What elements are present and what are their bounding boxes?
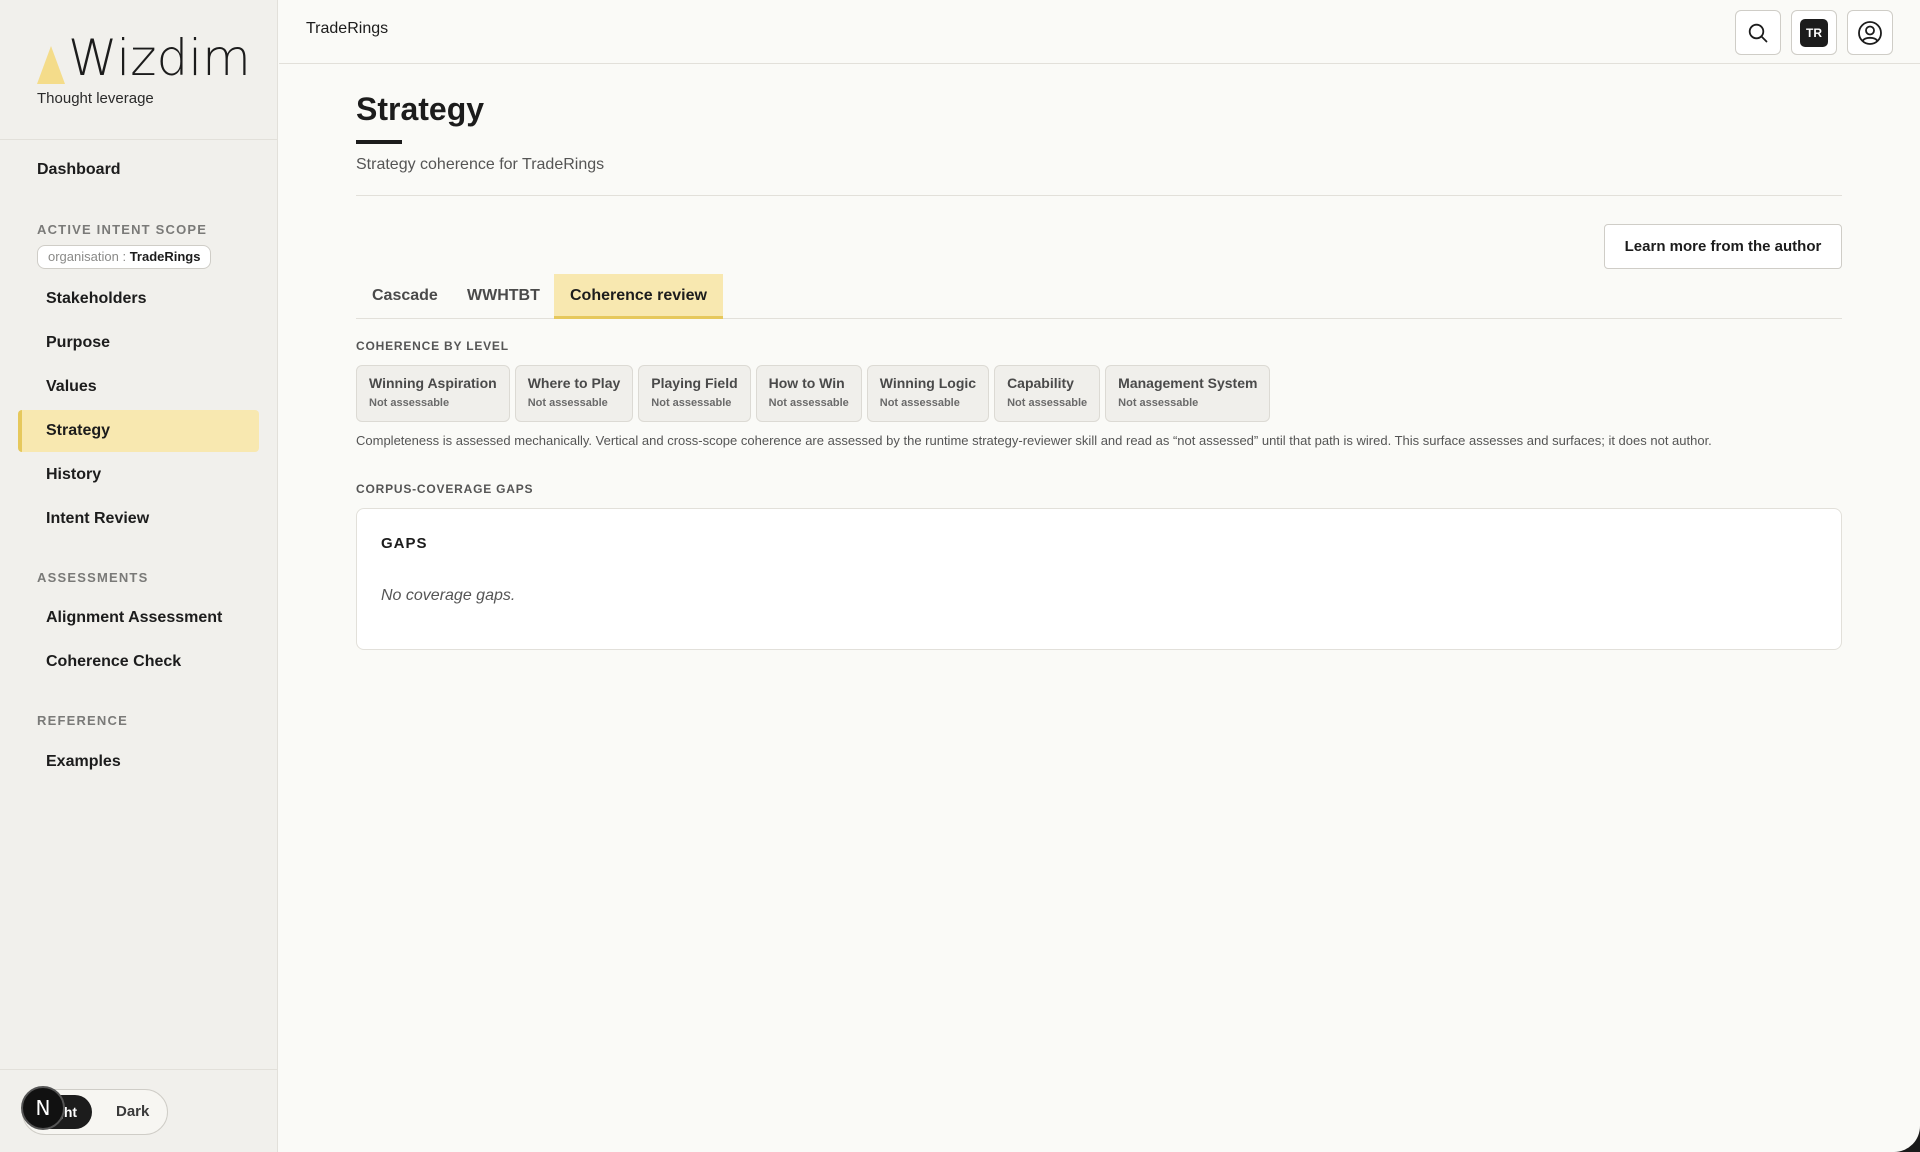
logo[interactable]: Wizdim (37, 30, 251, 86)
gaps-title: GAPS (381, 535, 428, 552)
sidebar-item-strategy[interactable]: Strategy (18, 410, 259, 452)
tab-coherence-review[interactable]: Coherence review (554, 274, 723, 319)
app-tagline: Thought leverage (37, 90, 154, 107)
sidebar-item-stakeholders[interactable]: Stakeholders (18, 278, 259, 320)
level-card: How to Win Not assessable (755, 365, 862, 422)
sidebar-item-values[interactable]: Values (18, 366, 259, 408)
page-subtitle: Strategy coherence for TradeRings (356, 156, 605, 173)
level-card: Winning Aspiration Not assessable (356, 365, 510, 422)
level-name: How to Win (768, 375, 845, 391)
app-window: Wizdim Thought leverage Dashboard ACTIVE… (0, 0, 1920, 1152)
sidebar-item-coherence-check[interactable]: Coherence Check (18, 641, 259, 683)
level-status: Not assessable (1118, 397, 1199, 409)
brand: Wizdim Thought leverage (37, 30, 251, 107)
header-divider (356, 195, 1842, 196)
top-bar: TradeRings TR (279, 0, 1920, 64)
level-status: Not assessable (1007, 397, 1088, 409)
coherence-note: Completeness is assessed mechanically. V… (356, 433, 1712, 448)
tab-cascade[interactable]: Cascade (356, 274, 454, 319)
sidebar-item-alignment-assessment[interactable]: Alignment Assessment (18, 597, 259, 639)
tab-bar: Cascade WWHTBT Coherence review (356, 274, 1842, 319)
level-name: Management System (1118, 375, 1258, 391)
sidebar-item-purpose[interactable]: Purpose (18, 322, 259, 364)
workspace-button[interactable]: TR (1791, 10, 1837, 55)
level-status: Not assessable (651, 397, 732, 409)
level-name: Playing Field (651, 375, 738, 391)
level-card: Where to Play Not assessable (514, 365, 634, 422)
section-label-assessments: ASSESSMENTS (37, 570, 149, 585)
sidebar-item-history[interactable]: History (18, 454, 259, 496)
level-list: Winning Aspiration Not assessable Where … (356, 365, 1271, 422)
level-name: Winning Logic (879, 375, 977, 391)
account-button[interactable] (1847, 10, 1893, 55)
scope-value: TradeRings (129, 249, 201, 264)
corpus-coverage-gaps-label: CORPUS-COVERAGE GAPS (356, 482, 534, 496)
title-underline (356, 140, 402, 144)
level-card: Playing Field Not assessable (638, 365, 751, 422)
app-name: Wizdim (68, 29, 251, 87)
level-card: Management System Not assessable (1105, 365, 1271, 422)
coherence-by-level-label: COHERENCE BY LEVEL (356, 339, 509, 353)
account-icon (1858, 20, 1882, 45)
workspace-badge: TR (1800, 18, 1828, 47)
level-name: Winning Aspiration (369, 375, 497, 391)
level-status: Not assessable (768, 397, 849, 409)
theme-dark-option[interactable]: Dark (116, 1090, 149, 1134)
level-name: Where to Play (527, 375, 621, 391)
sidebar-item-examples[interactable]: Examples (18, 741, 259, 783)
page-title: Strategy (356, 91, 485, 127)
gaps-card: GAPS No coverage gaps. (356, 508, 1842, 650)
level-name: Capability (1007, 375, 1074, 391)
sidebar-item-dashboard[interactable]: Dashboard (37, 158, 121, 182)
search-icon (1748, 23, 1768, 42)
search-button[interactable] (1735, 10, 1781, 55)
scope-key: organisation : (48, 249, 127, 264)
sidebar: Wizdim Thought leverage Dashboard ACTIVE… (0, 0, 278, 1152)
level-card: Winning Logic Not assessable (866, 365, 990, 422)
tab-wwhtbt[interactable]: WWHTBT (451, 274, 556, 319)
logo-triangle-icon (37, 46, 65, 84)
level-card: Capability Not assessable (994, 365, 1101, 422)
level-status: Not assessable (369, 397, 450, 409)
level-status: Not assessable (879, 397, 960, 409)
sidebar-bottom-divider (0, 1069, 277, 1070)
learn-more-button[interactable]: Learn more from the author (1604, 224, 1842, 269)
gaps-empty-message: No coverage gaps. (381, 587, 516, 604)
scope-chip[interactable]: organisation : TradeRings (37, 245, 212, 269)
section-label-reference: REFERENCE (37, 713, 128, 728)
breadcrumb: TradeRings (306, 20, 389, 37)
level-status: Not assessable (527, 397, 608, 409)
section-label-scope: ACTIVE INTENT SCOPE (37, 222, 208, 237)
sidebar-divider (0, 139, 277, 140)
sidebar-item-intent-review[interactable]: Intent Review (18, 498, 259, 540)
n-badge-icon[interactable]: N (21, 1086, 65, 1130)
